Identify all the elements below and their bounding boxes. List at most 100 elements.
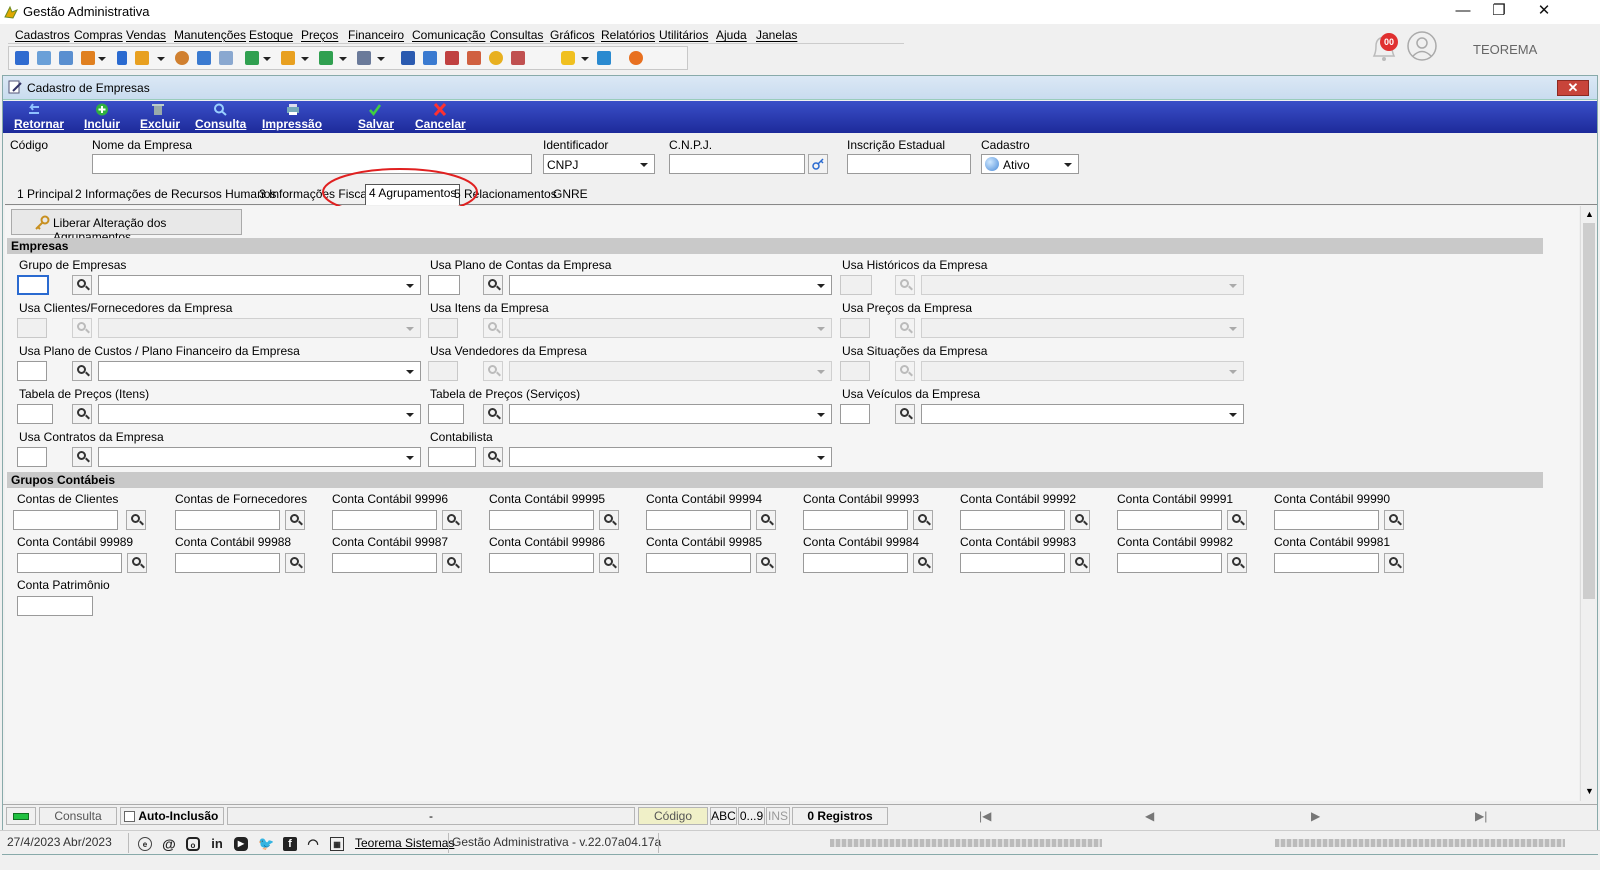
user-avatar-icon[interactable]: [1406, 30, 1438, 62]
toolbar-icon-8[interactable]: [197, 51, 211, 65]
liberar-alteracao-button[interactable]: Liberar Alteração dos Agrupamentos: [11, 209, 242, 244]
auto-inclusao-checkbox[interactable]: Auto-Inclusão: [120, 807, 224, 825]
email-icon[interactable]: @: [162, 837, 176, 851]
conta-contabil-99995-search-button[interactable]: [599, 510, 619, 530]
conta-contabil-99988-input[interactable]: [175, 553, 280, 573]
tabela-de-precos-servicos-search-button[interactable]: [483, 404, 503, 424]
tab-gnre[interactable]: GNRE: [550, 186, 591, 204]
conta-contabil-99992-search-button[interactable]: [1070, 510, 1090, 530]
incluir-button[interactable]: Incluir: [81, 101, 125, 133]
cancelar-button[interactable]: Cancelar: [413, 101, 469, 133]
facebook-icon[interactable]: f: [283, 837, 297, 851]
usa-plano-de-custos-plano-financeiro-da-empresa-select[interactable]: [98, 361, 421, 381]
toolbar-icon-10[interactable]: [281, 51, 295, 65]
conta-contabil-99991-search-button[interactable]: [1227, 510, 1247, 530]
menu-manutencoes[interactable]: Manutenções: [174, 28, 246, 42]
usa-plano-de-contas-da-empresa-search-button[interactable]: [483, 275, 503, 295]
calendar-icon[interactable]: [423, 51, 437, 65]
menu-relatorios[interactable]: Relatórios: [601, 28, 655, 42]
toolbar-icon-12[interactable]: [401, 51, 415, 65]
conta-contabil-99983-search-button[interactable]: [1070, 553, 1090, 573]
menu-utilitarios[interactable]: Utilitários: [659, 28, 708, 42]
usa-contratos-da-empresa-search-button[interactable]: [72, 447, 92, 467]
scroll-down-icon[interactable]: ▼: [1585, 786, 1594, 796]
conta-contabil-99996-input[interactable]: [332, 510, 437, 530]
conta-contabil-99986-input[interactable]: [489, 553, 594, 573]
grupo-de-empresas-search-button[interactable]: [72, 275, 92, 295]
last-record-icon[interactable]: ▶|: [1475, 808, 1487, 824]
vertical-scrollbar[interactable]: ▲ ▼: [1580, 206, 1597, 801]
grupo-de-empresas-code-input[interactable]: [17, 275, 49, 295]
usa-contratos-da-empresa-code-input[interactable]: [17, 447, 47, 467]
grupo-de-empresas-select[interactable]: [98, 275, 421, 295]
linkedin-icon[interactable]: in: [210, 837, 224, 851]
conta-contabil-99987-input[interactable]: [332, 553, 437, 573]
conta-contabil-99982-input[interactable]: [1117, 553, 1222, 573]
star-icon[interactable]: [561, 51, 575, 65]
cnpj-lookup-button[interactable]: [808, 154, 828, 174]
inscricao-input[interactable]: [847, 154, 971, 174]
tabela-de-precos-itens-code-input[interactable]: [17, 404, 53, 424]
conta-contabil-99985-input[interactable]: [646, 553, 751, 573]
cadastro-select[interactable]: Ativo: [981, 154, 1079, 174]
conta-contabil-99995-input[interactable]: [489, 510, 594, 530]
menu-ajuda[interactable]: Ajuda: [716, 28, 747, 42]
conta-contabil-99982-search-button[interactable]: [1227, 553, 1247, 573]
tabela-de-precos-itens-search-button[interactable]: [72, 404, 92, 424]
status-abc[interactable]: ABC: [710, 807, 737, 825]
conta-contabil-99984-input[interactable]: [803, 553, 908, 573]
consulta-button[interactable]: Consulta: [193, 101, 249, 133]
conta-contabil-99994-search-button[interactable]: [756, 510, 776, 530]
toolbar-icon-17[interactable]: [597, 51, 611, 65]
menu-vendas[interactable]: Vendas: [126, 28, 166, 42]
toolbar-icon-6[interactable]: [135, 51, 149, 65]
conta-contabil-99984-search-button[interactable]: [913, 553, 933, 573]
toolbar-icon-3[interactable]: [59, 51, 73, 65]
toolbar-icon-14[interactable]: [467, 51, 481, 65]
usa-plano-de-contas-da-empresa-code-input[interactable]: [428, 275, 460, 295]
contas-de-fornecedores-search-button[interactable]: [285, 510, 305, 530]
conta-contabil-99983-input[interactable]: [960, 553, 1065, 573]
identificador-select[interactable]: CNPJ: [543, 154, 655, 174]
instagram-icon[interactable]: o: [186, 837, 200, 851]
menu-janelas[interactable]: Janelas: [756, 28, 797, 42]
usa-veiculos-da-empresa-code-input[interactable]: [840, 404, 870, 424]
conta-contabil-99988-search-button[interactable]: [285, 553, 305, 573]
scroll-thumb[interactable]: [1583, 223, 1595, 599]
contabilista-search-button[interactable]: [483, 447, 503, 467]
conta-contabil-99993-input[interactable]: [803, 510, 908, 530]
contas-de-clientes-input[interactable]: [13, 510, 118, 530]
status-search-field[interactable]: Código: [638, 807, 708, 825]
power-icon[interactable]: [629, 51, 643, 65]
toolbar-icon-16[interactable]: [511, 51, 525, 65]
conta-contabil-99992-input[interactable]: [960, 510, 1065, 530]
usa-veiculos-da-empresa-search-button[interactable]: [895, 404, 915, 424]
salvar-button[interactable]: Salvar: [356, 101, 400, 133]
conta-contabil-99990-input[interactable]: [1274, 510, 1379, 530]
menu-estoque[interactable]: Estoque: [249, 28, 293, 42]
usa-veiculos-da-empresa-select[interactable]: [921, 404, 1244, 424]
restore-icon[interactable]: ❐: [1476, 0, 1522, 24]
tabela-de-precos-servicos-select[interactable]: [509, 404, 832, 424]
menu-graficos[interactable]: Gráficos: [550, 28, 595, 42]
menu-consultas[interactable]: Consultas: [490, 28, 543, 42]
window-close-button[interactable]: ✕: [1557, 80, 1589, 96]
close-app-icon[interactable]: ✕: [1521, 0, 1567, 24]
toolbar-icon-9[interactable]: [219, 51, 233, 65]
retornar-button[interactable]: Retornar: [11, 101, 67, 133]
toolbar-icon-15[interactable]: [489, 51, 503, 65]
usa-plano-de-custos-plano-financeiro-da-empresa-code-input[interactable]: [17, 361, 47, 381]
conta-contabil-99989-input[interactable]: [17, 553, 122, 573]
conta-contabil-99989-search-button[interactable]: [127, 553, 147, 573]
contabilista-code-input[interactable]: [428, 447, 476, 467]
toolbar-icon-11[interactable]: [319, 51, 333, 65]
next-record-icon[interactable]: ▶: [1311, 808, 1320, 824]
toolbar-icon-7[interactable]: [175, 51, 189, 65]
tab-recursos-humanos[interactable]: 2 Informações de Recursos Humanos: [72, 186, 279, 204]
conta-contabil-99991-input[interactable]: [1117, 510, 1222, 530]
tabela-de-precos-servicos-code-input[interactable]: [428, 404, 464, 424]
menu-cadastros[interactable]: Cadastros: [15, 28, 70, 42]
menu-compras[interactable]: Compras: [74, 28, 123, 42]
menu-comunicacao[interactable]: Comunicação: [412, 28, 485, 42]
scroll-up-icon[interactable]: ▲: [1585, 209, 1594, 219]
